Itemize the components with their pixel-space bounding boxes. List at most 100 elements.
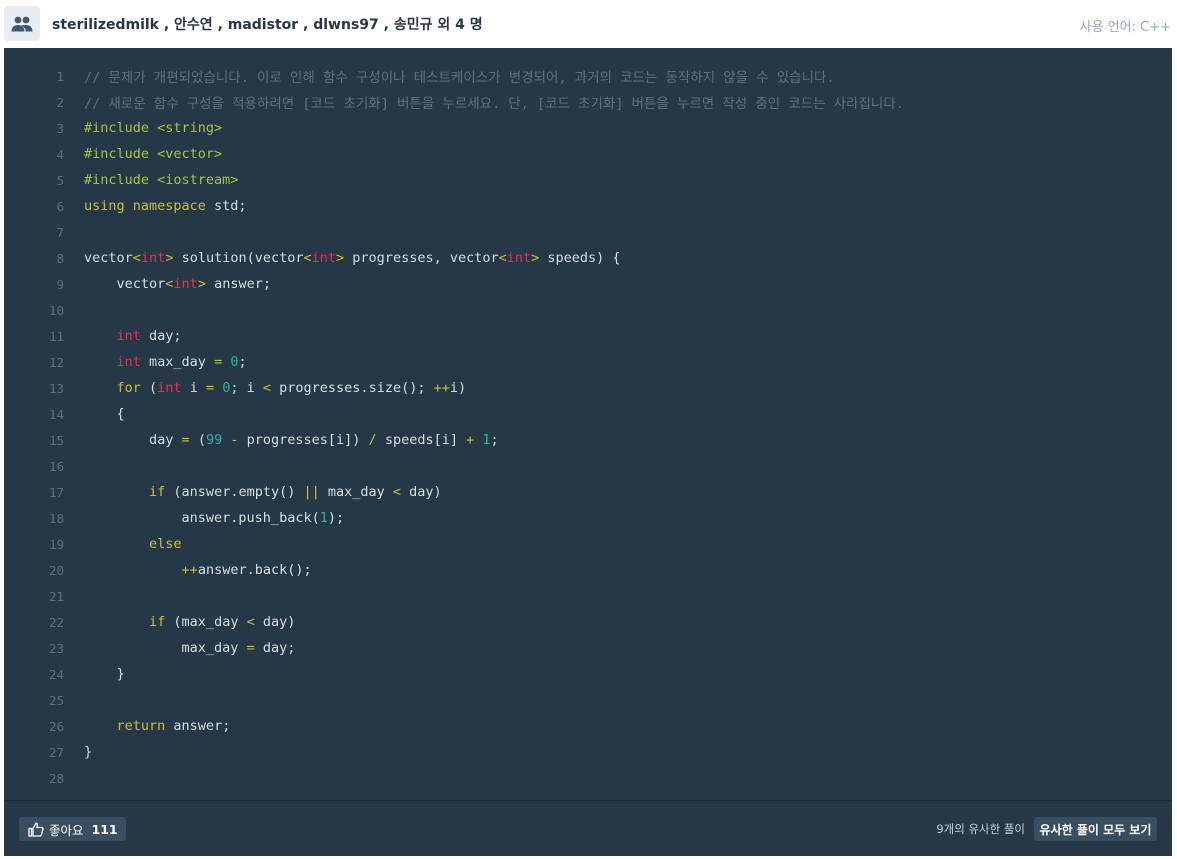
code-line: 2 // 새로운 함수 구성을 적용하려면 [코드 초기화] 버튼을 누르세요. … [4,89,1172,115]
code-line: 4 #include <vector> [4,141,1172,167]
code-token: (answer.empty() [165,484,304,500]
code-token: using namespace [84,198,206,214]
code-text: answer.push_back(1); [84,510,345,526]
code-text: if (max_day < day) [84,614,295,630]
line-number: 5 [56,172,64,188]
code-token: ++ [181,562,198,578]
code-token: max_day [140,354,215,370]
code-line: 23 max_day = day; [4,635,1172,661]
code-token: < [262,380,272,396]
code-token: int [311,250,337,266]
code-line: 16 [4,453,1172,479]
code-text: // 새로운 함수 구성을 적용하려면 [코드 초기화] 버튼을 누르세요. 단… [84,92,904,112]
line-number: 22 [48,614,64,630]
code-line: 24 } [4,661,1172,687]
line-number: 17 [48,484,64,500]
code-text: day = (99 - progresses[i]) / speeds[i] +… [84,432,499,448]
line-number: 4 [56,146,64,162]
code-token: / [368,432,377,448]
code-token: day [84,432,182,448]
code-token: < [246,614,255,630]
code-line: 15 day = (99 - progresses[i]) / speeds[i… [4,427,1172,453]
code-text: // 문제가 개편되었습니다. 이로 인해 함수 구성이나 테스트케이스가 변경… [84,66,835,86]
code-token: < [392,484,402,500]
code-token: int [140,250,166,266]
line-number: 16 [48,458,64,474]
code-token: = [214,354,223,370]
code-line: 7 [4,219,1172,245]
code-token: - [230,432,239,448]
code-line: 11 int day; [4,323,1172,349]
code-text: #include <string> [84,120,222,136]
line-number: 9 [56,276,64,292]
line-number: 20 [48,562,64,578]
code-line: 3 #include <string> [4,115,1172,141]
code-token: { [84,406,125,422]
line-number: 28 [48,770,64,786]
code-line: 6 using namespace std; [4,193,1172,219]
line-number: 12 [48,354,64,370]
code-token: answer; [165,718,231,734]
solution-header: sterilizedmilk , 안수연 , madistor , dlwns9… [0,0,1177,47]
code-token: 1 [319,510,328,526]
code-line: 5 #include <iostream> [4,167,1172,193]
code-line: 21 [4,583,1172,609]
code-token: #include <vector> [84,146,223,162]
language-label: 사용 언어: C++ [1079,20,1171,35]
code-viewer: 1 // 문제가 개편되었습니다. 이로 인해 함수 구성이나 테스트케이스가 변… [4,48,1172,800]
code-token: return [116,718,166,734]
code-token: speeds[i] [376,432,467,448]
code-line: 10 [4,297,1172,323]
code-token: = [246,640,255,656]
people-icon [4,6,40,41]
code-token: || [303,484,320,500]
code-token: #include <string> [84,120,223,136]
line-number: 25 [48,692,64,708]
solution-footer: 좋아요 111 9개의 유사한 풀이 유사한 풀이 모두 보기 [4,800,1172,856]
code-token: > [336,250,345,266]
code-token: } [84,744,93,760]
like-label: 좋아요 [49,822,84,838]
code-token: + [466,432,475,448]
code-text: #include <iostream> [84,172,238,188]
code-token: day; [254,640,296,656]
code-token: 99 [205,432,223,448]
line-number: 10 [48,302,64,318]
code-line: 9 vector<int> answer; [4,271,1172,297]
code-token: int [173,276,198,292]
code-token: max_day [84,640,247,656]
code-token: ; [238,354,247,370]
code-text: for (int i = 0; i < progresses.size(); +… [84,380,467,396]
author-list: sterilizedmilk , 안수연 , madistor , dlwns9… [52,17,483,33]
code-token: day; [140,328,182,344]
code-token: = [181,432,190,448]
code-token: 1 [482,432,491,448]
code-token: answer.back(); [197,562,312,578]
code-token: ( [189,432,206,448]
code-token: int [116,328,141,344]
line-number: 23 [48,640,64,656]
like-button[interactable]: 좋아요 111 [19,817,126,841]
line-number: 1 [56,68,64,84]
code-token: ++ [433,380,450,396]
line-number: 11 [48,328,64,344]
view-similar-solutions-button[interactable]: 유사한 풀이 모두 보기 [1034,817,1157,841]
code-token: ; i [230,380,263,396]
code-text: return answer; [84,718,231,734]
code-line: 12 int max_day = 0; [4,349,1172,375]
code-text: } [84,744,92,760]
code-line: 18 answer.push_back(1); [4,505,1172,531]
code-line: 13 for (int i = 0; i < progresses.size()… [4,375,1172,401]
code-token: answer; [205,276,271,292]
line-number: 6 [56,198,64,214]
code-text: vector<int> solution(vector<int> progres… [84,250,621,266]
code-line: 27} [4,739,1172,765]
code-token: for [116,380,141,396]
